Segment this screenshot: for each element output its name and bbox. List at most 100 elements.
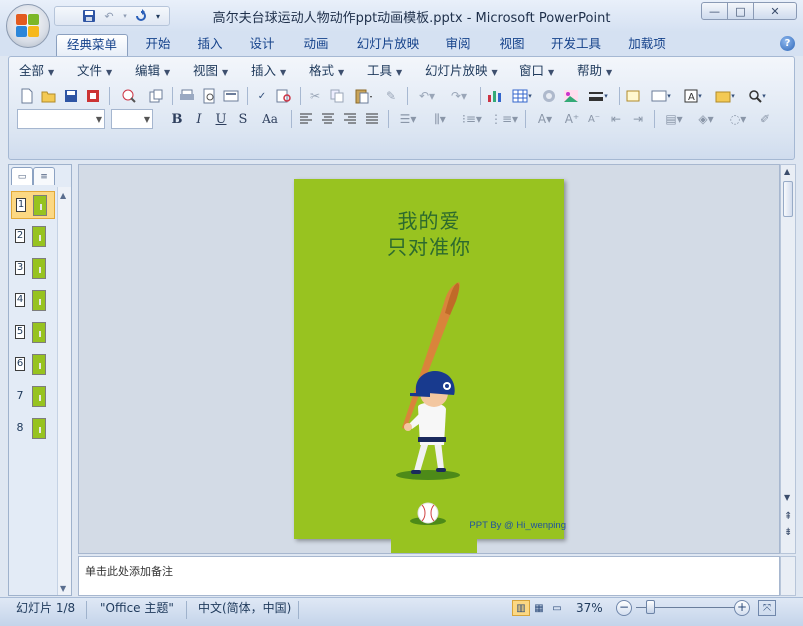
slide-sorter-view-icon[interactable]: ▦ <box>530 600 548 616</box>
undo-button[interactable]: ↶▾ <box>412 86 442 106</box>
permission-icon[interactable] <box>83 86 103 106</box>
menu-edit[interactable]: 编辑 ▼ <box>135 61 170 81</box>
slide-thumbnail[interactable]: 1 <box>11 191 55 219</box>
tab-developer[interactable]: 开发工具 <box>544 34 608 56</box>
scroll-up-icon[interactable]: ▲ <box>784 167 790 176</box>
change-case-button[interactable]: Aa <box>255 109 285 129</box>
zoom-level[interactable]: 37% <box>576 598 603 626</box>
font-size-combo[interactable]: ▼ <box>111 109 153 129</box>
shape-outline-icon[interactable]: ✐ <box>755 109 775 129</box>
research-icon[interactable] <box>274 86 294 106</box>
zoom-in-icon[interactable]: + <box>734 600 750 616</box>
notes-pane[interactable]: 单击此处添加备注 <box>78 556 780 596</box>
italic-button[interactable]: I <box>189 109 209 129</box>
tab-insert[interactable]: 插入 <box>188 34 232 56</box>
cut-icon[interactable]: ✂ <box>305 86 325 106</box>
shadow-button[interactable]: S <box>233 109 253 129</box>
menu-file[interactable]: 文件 ▼ <box>77 61 112 81</box>
next-slide-icon[interactable]: ⇟ <box>784 527 792 538</box>
font-color-icon[interactable]: A▾ <box>530 109 560 129</box>
baseball-player-illustration[interactable] <box>294 179 564 539</box>
slide-thumbnail[interactable]: 6 <box>11 351 55 379</box>
slide-vertical-scrollbar[interactable]: ▲ ▼ ⇞ ⇟ <box>780 164 796 554</box>
menu-slideshow[interactable]: 幻灯片放映 ▼ <box>425 61 498 81</box>
slideshow-view-icon[interactable]: ▭ <box>548 600 566 616</box>
quick-styles-icon[interactable]: ◈▾ <box>691 109 721 129</box>
insert-picture-icon[interactable] <box>561 86 581 106</box>
theme-name[interactable]: "Office 主题" <box>100 598 174 626</box>
scroll-down-icon[interactable]: ▼ <box>784 493 790 502</box>
textbox-icon[interactable]: A ▾ <box>678 86 708 106</box>
slide-thumbnail[interactable]: 2 <box>11 223 55 251</box>
copy-icon[interactable] <box>327 86 347 106</box>
slide-thumbnail-image[interactable] <box>33 195 47 216</box>
tab-slideshow[interactable]: 幻灯片放映 <box>350 34 426 56</box>
text-direction-icon[interactable]: ☰▾ <box>393 109 423 129</box>
justify-icon[interactable] <box>362 109 382 129</box>
increase-indent-icon[interactable]: ⇥ <box>628 109 648 129</box>
language-indicator[interactable]: 中文(简体，中国) <box>198 598 291 626</box>
format-painter-icon[interactable]: ✎ <box>381 86 401 106</box>
slide-thumbnail-image[interactable] <box>32 322 46 343</box>
slides-tab-icon[interactable]: ▭ <box>11 167 33 185</box>
slide-thumbnail-image[interactable] <box>32 226 46 247</box>
underline-button[interactable]: U <box>211 109 231 129</box>
scroll-up-icon[interactable]: ▲ <box>60 191 66 200</box>
help-icon[interactable]: ? <box>780 36 795 51</box>
slide[interactable]: 我的爱 只对准你 PPT By @ Hi_wenping <box>294 179 566 539</box>
slide-thumbnail[interactable]: 8 <box>11 415 55 443</box>
slide-layout-icon[interactable] <box>221 86 241 106</box>
redo-button[interactable]: ↷▾ <box>444 86 474 106</box>
insert-chart-icon[interactable] <box>485 86 505 106</box>
slide-thumbnail-image[interactable] <box>32 290 46 311</box>
publish-icon[interactable] <box>146 86 166 106</box>
previous-slide-icon[interactable]: ⇞ <box>784 511 792 522</box>
slide-thumbnail-image[interactable] <box>32 258 46 279</box>
align-text-icon[interactable]: ⫼▾ <box>425 109 455 129</box>
menu-format[interactable]: 格式 ▼ <box>309 61 344 81</box>
slide-thumbnail[interactable]: 4 <box>11 287 55 315</box>
paste-icon[interactable] <box>349 86 379 106</box>
notes-placeholder[interactable]: 单击此处添加备注 <box>85 563 173 579</box>
menu-tools[interactable]: 工具 ▼ <box>367 61 402 81</box>
zoom-slider-thumb[interactable] <box>646 600 655 614</box>
align-center-icon[interactable] <box>318 109 338 129</box>
minimize-button[interactable]: — <box>701 2 728 20</box>
font-name-combo[interactable]: ▼ <box>17 109 105 129</box>
scroll-down-icon[interactable]: ▼ <box>60 584 66 593</box>
zoom-out-icon[interactable]: − <box>616 600 632 616</box>
slide-thumbnail[interactable]: 3 <box>11 255 55 283</box>
menu-insert[interactable]: 插入 ▼ <box>251 61 286 81</box>
layout-icon[interactable]: ▾ <box>646 86 676 106</box>
hyperlink-icon[interactable] <box>539 86 559 106</box>
notes-scrollbar[interactable] <box>780 556 796 596</box>
slide-credit[interactable]: PPT By @ Hi_wenping <box>469 520 566 531</box>
print-preview-icon[interactable] <box>114 86 144 106</box>
menu-all[interactable]: 全部 ▼ <box>19 61 54 81</box>
align-right-icon[interactable] <box>340 109 360 129</box>
arrange-icon[interactable]: ▤▾ <box>659 109 689 129</box>
align-left-icon[interactable] <box>296 109 316 129</box>
normal-view-icon[interactable]: ▥ <box>512 600 530 616</box>
fit-to-window-icon[interactable]: ⤧ <box>758 600 776 616</box>
line-style-icon[interactable]: ▾ <box>583 86 613 106</box>
outline-tab-icon[interactable]: ≡ <box>33 167 55 185</box>
tab-animation[interactable]: 动画 <box>294 34 338 56</box>
spelling-icon[interactable]: ✓ <box>252 86 272 106</box>
tab-review[interactable]: 审阅 <box>436 34 480 56</box>
tab-view[interactable]: 视图 <box>490 34 534 56</box>
open-icon[interactable] <box>39 86 59 106</box>
maximize-button[interactable]: □ <box>727 2 754 20</box>
slide-thumbnail[interactable]: 7 <box>11 383 55 411</box>
tab-addins[interactable]: 加载项 <box>620 34 674 56</box>
new-icon[interactable] <box>17 86 37 106</box>
find-icon[interactable]: ▾ <box>742 86 772 106</box>
slide-thumbnail-image[interactable] <box>32 386 46 407</box>
new-slide-icon[interactable] <box>624 86 644 106</box>
close-button[interactable]: ✕ <box>753 2 797 20</box>
menu-window[interactable]: 窗口 ▼ <box>519 61 554 81</box>
grow-font-icon[interactable]: A⁺ <box>562 109 582 129</box>
slide-thumbnail-image[interactable] <box>32 354 46 375</box>
print-icon[interactable] <box>177 86 197 106</box>
numbering-icon[interactable]: ⋮≡▾ <box>489 109 519 129</box>
